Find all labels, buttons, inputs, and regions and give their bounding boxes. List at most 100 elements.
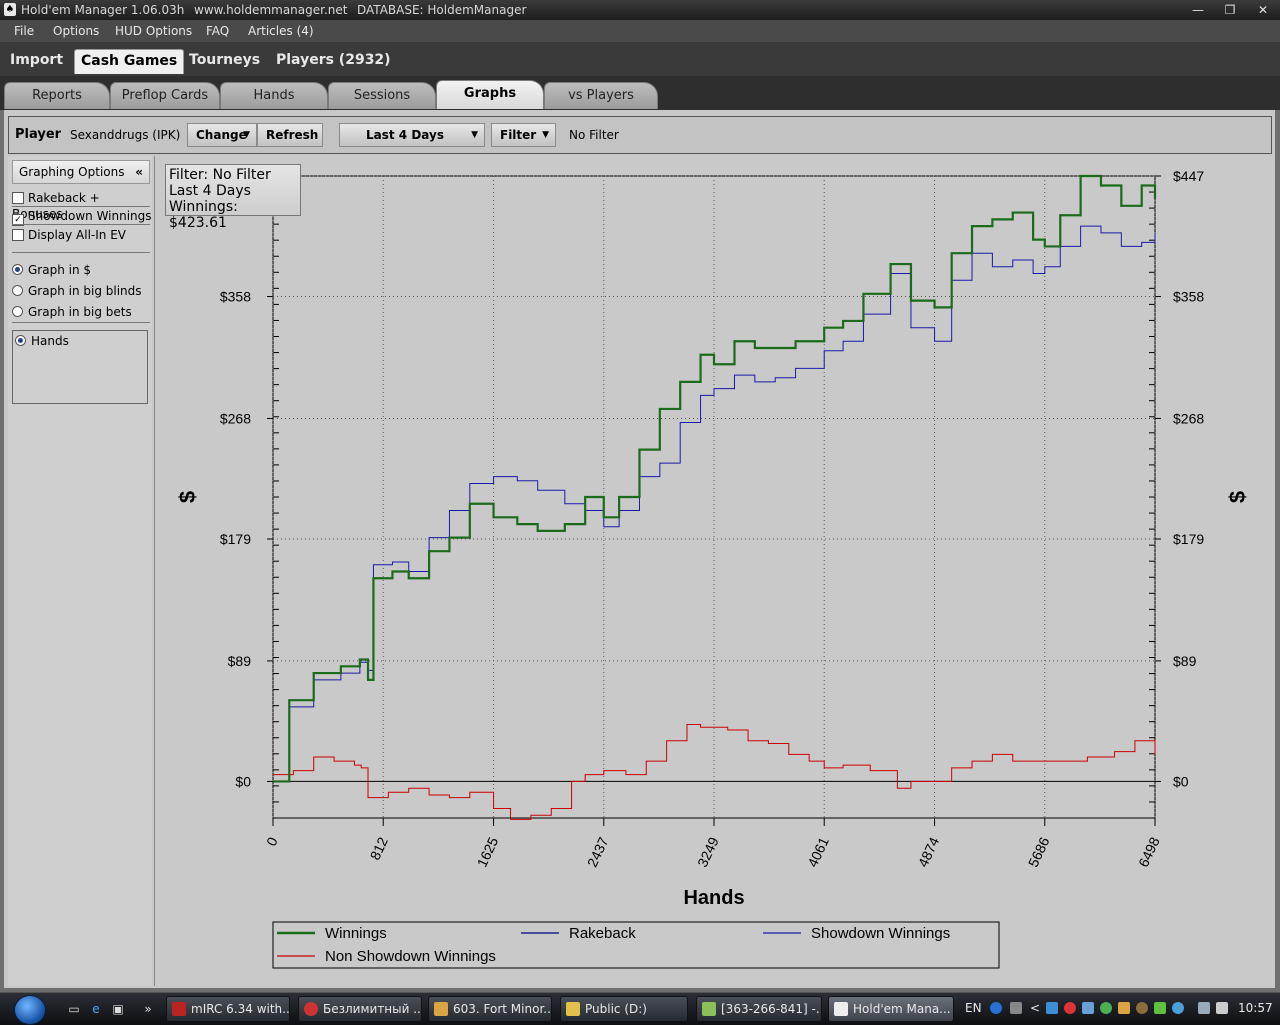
divider [12, 206, 150, 207]
skype-icon[interactable] [1172, 1002, 1184, 1014]
showdown-winnings-label: Showdown Winnings [28, 209, 152, 223]
taskbar-item-label: Public (D:) [585, 1002, 647, 1016]
y-tick-label-left: $358 [220, 289, 251, 305]
tab-players[interactable]: Players (2932) [270, 49, 397, 73]
taskbar-item-label: Hold'em Mana... [853, 1002, 951, 1016]
graph-dollars-radio[interactable]: Graph in $ [12, 262, 91, 278]
tray-expand-icon[interactable]: < [1030, 1001, 1040, 1015]
start-button[interactable] [14, 995, 46, 1025]
restore-button[interactable]: ❐ [1218, 2, 1242, 18]
y-tick-label-right: $447 [1173, 168, 1204, 184]
quick-launch-more-icon[interactable]: » [140, 1001, 156, 1017]
x-tick-label: 812 [367, 834, 391, 862]
graph-big-blinds-label: Graph in big blinds [28, 284, 142, 298]
clover-icon[interactable] [1154, 1002, 1166, 1014]
graph-big-bets-radio[interactable]: Graph in big bets [12, 304, 132, 320]
tab-graphs[interactable]: Graphs [436, 80, 544, 109]
refresh-label: Refresh [266, 128, 319, 142]
show-desktop-icon[interactable]: ▭ [66, 1001, 82, 1017]
menu-articles[interactable]: Articles (4) [248, 24, 314, 38]
x-axis-options-box: Hands [12, 330, 148, 404]
network-connection-icon[interactable] [1198, 1002, 1210, 1014]
taskbar-item-label: Безлимитный ... [323, 1002, 422, 1016]
taskbar-item-music[interactable]: 603. Fort Minor... [428, 996, 552, 1022]
tab-preflop-cards[interactable]: Preflop Cards [110, 82, 220, 109]
taskbar-item-mirc[interactable]: mIRC 6.34 with... [166, 996, 290, 1022]
filter-button[interactable]: Filter ▼ [491, 123, 556, 147]
taskbar-item-holdem-manager[interactable]: Hold'em Mana... [828, 996, 954, 1022]
change-label: Change [196, 128, 247, 142]
filter-status: No Filter [569, 128, 619, 142]
tab-reports[interactable]: Reports [4, 82, 110, 109]
tab-vs-players[interactable]: vs Players [544, 82, 658, 109]
y-tick-label-left: $0 [235, 773, 251, 789]
refresh-button[interactable]: Refresh [257, 123, 323, 147]
divider [12, 252, 150, 253]
x-tick-label: 1625 [474, 834, 502, 869]
menu-file[interactable]: File [14, 24, 34, 38]
internet-explorer-icon[interactable]: e [88, 1001, 104, 1017]
minimize-button[interactable]: — [1186, 2, 1210, 18]
graphing-options-title: Graphing Options [19, 165, 125, 179]
graph-big-bets-label: Graph in big bets [28, 305, 132, 319]
x-tick-label: 3249 [694, 834, 722, 869]
help-icon[interactable] [990, 1002, 1002, 1014]
window-switcher-icon[interactable]: ▣ [110, 1001, 126, 1017]
mirc-icon [172, 1002, 186, 1016]
tab-import[interactable]: Import [4, 49, 69, 73]
period-label: Last 4 Days [366, 128, 444, 142]
y-tick-label-left: $179 [220, 531, 251, 547]
antivirus-icon[interactable] [1064, 1002, 1076, 1014]
network-icon[interactable] [1046, 1002, 1058, 1014]
holdem-manager-icon [834, 1002, 848, 1016]
taskbar-item-chat[interactable]: [363-266-841] -... [696, 996, 822, 1022]
divider [12, 322, 150, 323]
x-tick-label: 4061 [804, 834, 832, 869]
menu-faq[interactable]: FAQ [206, 24, 229, 38]
main-tabs: Import Cash Games Tourneys Players (2932… [0, 42, 1280, 76]
all-in-ev-label: Display All-In EV [28, 228, 127, 242]
tab-hands[interactable]: Hands [220, 82, 328, 109]
taskbar-item-label: 603. Fort Minor... [453, 1002, 552, 1016]
tray-app-icon[interactable] [1118, 1002, 1130, 1014]
chat-icon [702, 1002, 716, 1016]
tray-app-icon[interactable] [1136, 1002, 1148, 1014]
x-tick-label: 5686 [1025, 834, 1053, 869]
tray-app-icon[interactable] [1082, 1002, 1094, 1014]
filter-label: Filter [500, 128, 537, 142]
graph-big-blinds-radio[interactable]: Graph in big blinds [12, 283, 142, 299]
all-in-ev-checkbox[interactable]: Display All-In EV [12, 227, 126, 243]
x-tick-label: 6498 [1135, 834, 1163, 869]
collapse-icon[interactable]: « [135, 161, 143, 183]
showdown-winnings-checkbox[interactable]: ✓ Showdown Winnings [12, 208, 152, 226]
chevron-down-icon: ▼ [542, 130, 549, 140]
language-indicator[interactable]: EN [965, 1001, 982, 1015]
info-winnings: Winnings: $423.61 [169, 199, 238, 231]
close-button[interactable]: ✕ [1251, 2, 1275, 18]
radio-icon [12, 285, 23, 296]
tray-icon[interactable] [1010, 1002, 1022, 1014]
player-bar: Player Sexanddrugs (IPK) Change ▼ Refresh… [8, 116, 1272, 154]
divider [12, 224, 150, 225]
tab-cash-games[interactable]: Cash Games [74, 49, 185, 74]
info-period: Last 4 Days [169, 183, 251, 199]
y-tick-label-right: $89 [1173, 653, 1197, 669]
checkbox-icon [12, 229, 24, 241]
taskbar-item-explorer[interactable]: Public (D:) [560, 996, 688, 1022]
menu-options[interactable]: Options [53, 24, 99, 38]
graphing-options-header[interactable]: Graphing Options « [12, 160, 150, 184]
x-axis-hands-radio[interactable]: Hands [15, 333, 69, 349]
tab-sessions[interactable]: Sessions [328, 82, 436, 109]
graph-dollars-label: Graph in $ [28, 263, 92, 277]
taskbar-item-opera[interactable]: Безлимитный ... [298, 996, 422, 1022]
checkbox-icon [12, 192, 24, 204]
icq-icon[interactable] [1100, 1002, 1112, 1014]
change-player-button[interactable]: Change ▼ [187, 123, 257, 147]
period-dropdown[interactable]: Last 4 Days ▼ [339, 123, 485, 147]
menu-hud-options[interactable]: HUD Options [115, 24, 192, 38]
tab-tourneys[interactable]: Tourneys [183, 49, 266, 73]
rakeback-checkbox[interactable]: Rakeback + Bonuses [12, 190, 152, 221]
legend-label: Winnings [325, 925, 387, 942]
volume-icon[interactable] [1216, 1002, 1228, 1014]
info-filter: Filter: No Filter [169, 167, 271, 183]
